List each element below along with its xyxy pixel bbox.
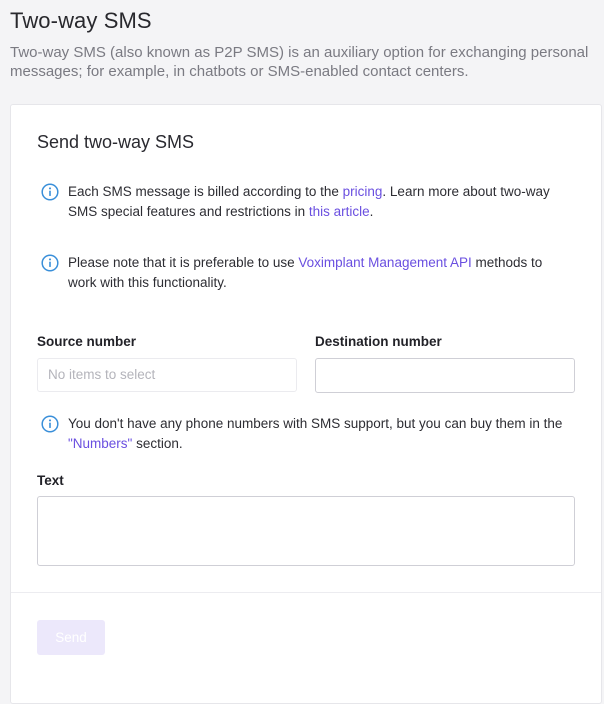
info-icon xyxy=(41,183,59,201)
management-api-link[interactable]: Voximplant Management API xyxy=(298,255,471,270)
info-icon xyxy=(41,415,59,433)
page-description: Two-way SMS (also known as P2P SMS) is a… xyxy=(10,44,589,80)
destination-number-input[interactable] xyxy=(315,358,575,393)
this-article-link[interactable]: this article xyxy=(309,204,370,219)
divider xyxy=(11,592,601,593)
text-textarea[interactable] xyxy=(37,496,575,566)
destination-number-label: Destination number xyxy=(315,334,442,349)
numbers-note: You don't have any phone numbers with SM… xyxy=(41,414,571,454)
source-number-select[interactable]: No items to select xyxy=(37,358,297,392)
numbers-section-link[interactable]: "Numbers" xyxy=(68,436,132,451)
source-number-label: Source number xyxy=(37,334,137,349)
send-sms-card: Send two-way SMS Each SMS message is bil… xyxy=(10,104,602,704)
api-note: Please note that it is preferable to use… xyxy=(41,253,571,293)
pricing-link[interactable]: pricing xyxy=(343,184,383,199)
page-title: Two-way SMS xyxy=(10,8,152,33)
text-label: Text xyxy=(37,473,64,488)
source-number-placeholder: No items to select xyxy=(48,367,156,382)
card-title: Send two-way SMS xyxy=(37,132,195,152)
billing-note: Each SMS message is billed according to … xyxy=(41,182,571,222)
info-icon xyxy=(41,254,59,272)
send-button[interactable]: Send xyxy=(37,620,105,655)
